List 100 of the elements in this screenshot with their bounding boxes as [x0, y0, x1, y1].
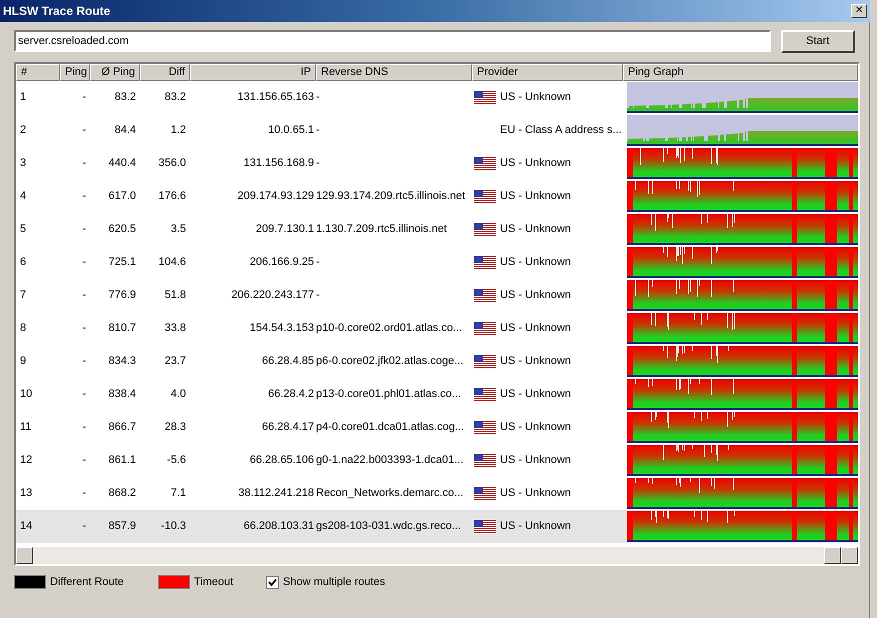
- table-cell: 834.3: [108, 355, 136, 368]
- window-title: HLSW Trace Route: [3, 3, 110, 20]
- table-cell: 725.1: [108, 256, 136, 268]
- table-cell-text: US - Unknown: [500, 519, 571, 534]
- table-cell: -: [82, 421, 86, 434]
- table-cell: 5: [20, 223, 26, 236]
- table-cell: -: [82, 91, 86, 104]
- table-cell: 1: [20, 91, 26, 104]
- table-cell: 12: [20, 454, 32, 466]
- table-cell: -: [82, 487, 86, 500]
- column-header[interactable]: Diff: [140, 64, 190, 81]
- table-cell: -: [316, 91, 320, 104]
- table-cell: 868.2: [108, 487, 136, 500]
- table-cell: 1.2: [170, 124, 186, 136]
- table-cell: -: [82, 388, 86, 400]
- table-cell: 33.8: [164, 322, 186, 334]
- table-cell: -: [82, 157, 86, 170]
- table-cell-text: US - Unknown: [500, 420, 571, 436]
- table-cell: g0-1.na22.b003393-1.dca01...: [316, 454, 464, 466]
- table-cell: 104.6: [158, 256, 186, 268]
- table-cell-text: US - Unknown: [500, 288, 571, 304]
- table-cell: -: [82, 520, 86, 532]
- table-cell: 7.1: [170, 487, 186, 500]
- table-cell: -: [316, 124, 320, 136]
- scroll-thumb[interactable]: [824, 547, 841, 564]
- table-cell: p10-0.core02.ord01.atlas.co...: [316, 322, 462, 334]
- table-cell: p6-0.core02.jfk02.atlas.coge...: [316, 355, 464, 368]
- table-row[interactable]: 14 - 857.9 -10.3 66.208.103.31 gs208-103-031.wdc.gs.reco... US - Unknown: [16, 510, 858, 543]
- scroll-left-button[interactable]: [16, 547, 33, 564]
- table-cell: 3: [20, 157, 26, 170]
- table-cell: -: [316, 289, 320, 302]
- column-header[interactable]: Ø Ping: [90, 64, 140, 81]
- table-cell: 129.93.174.209.rtc5.illinois.net: [316, 190, 466, 202]
- table-cell: -: [82, 355, 86, 368]
- table-cell: 857.9: [108, 520, 136, 532]
- table-cell: 356.0: [158, 157, 186, 170]
- table-cell-text: EU - Class A address s...: [500, 123, 622, 138]
- table-cell: 51.8: [164, 289, 186, 302]
- table-cell: -: [82, 223, 86, 236]
- start-button[interactable]: Start: [780, 30, 855, 52]
- table-cell: 861.1: [108, 454, 136, 466]
- table-cell: 23.7: [164, 355, 186, 368]
- table-cell: 440.4: [108, 157, 136, 170]
- table-cell: 154.54.3.153: [250, 322, 314, 334]
- column-header[interactable]: Ping: [60, 64, 90, 81]
- table-cell: 7: [20, 289, 26, 302]
- table-cell-text: US - Unknown: [500, 90, 571, 106]
- table-cell: -: [82, 190, 86, 202]
- table-cell: 83.2: [164, 91, 186, 104]
- column-header[interactable]: Ping Graph: [623, 64, 858, 81]
- table-cell: 84.4: [114, 124, 136, 136]
- show-multiple-routes-checkbox[interactable]: Show multiple routes: [266, 574, 386, 590]
- table-cell: Recon_Networks.demarc.co...: [316, 487, 464, 500]
- scroll-right-button[interactable]: [841, 547, 858, 564]
- table-cell: 206.166.9.25: [250, 256, 314, 268]
- table-cell: 4.0: [170, 388, 186, 400]
- table-cell: 2: [20, 124, 26, 136]
- table-cell: 866.7: [108, 421, 136, 434]
- table-cell: -10.3: [160, 520, 186, 532]
- table-cell: p13-0.core01.phl01.atlas.co...: [316, 388, 461, 400]
- table-cell: 66.28.4.85: [262, 355, 314, 368]
- table-cell: gs208-103-031.wdc.gs.reco...: [316, 520, 461, 532]
- column-header[interactable]: IP: [190, 64, 316, 81]
- close-button[interactable]: ✕: [851, 4, 867, 18]
- table-cell: p4-0.core01.dca01.atlas.cog...: [316, 421, 464, 434]
- table-cell: 3.5: [170, 223, 186, 236]
- table-cell: -5.6: [167, 454, 186, 466]
- table-cell-text: US - Unknown: [500, 255, 571, 270]
- table-cell: 176.6: [158, 190, 186, 202]
- table-cell: 13: [20, 487, 32, 500]
- horizontal-scrollbar[interactable]: [16, 547, 858, 564]
- table-cell: 209.7.130.1: [256, 223, 314, 236]
- table-cell-text: US - Unknown: [500, 486, 571, 502]
- table-cell: 620.5: [108, 223, 136, 236]
- table-cell: 617.0: [108, 190, 136, 202]
- table-cell: 209.174.93.129: [238, 190, 314, 202]
- table-cell: 838.4: [108, 388, 136, 400]
- table-cell: 131.156.168.9: [244, 157, 314, 170]
- table-cell-text: US - Unknown: [500, 156, 571, 172]
- table-cell: 4: [20, 190, 26, 202]
- table-cell: 10.0.65.1: [268, 124, 314, 136]
- legend-label: Timeout: [194, 574, 234, 590]
- table-cell: -: [82, 322, 86, 334]
- checkbox[interactable]: [266, 576, 279, 588]
- table-cell-text: US - Unknown: [500, 453, 571, 468]
- table-cell-text: US - Unknown: [500, 321, 571, 336]
- table-cell: 810.7: [108, 322, 136, 334]
- host-field[interactable]: server.csreloaded.com: [14, 30, 771, 52]
- column-header[interactable]: #: [16, 64, 60, 81]
- column-header[interactable]: Reverse DNS: [316, 64, 472, 81]
- table-cell: 6: [20, 256, 26, 268]
- table-cell: -: [82, 454, 86, 466]
- column-header[interactable]: Provider: [472, 64, 623, 81]
- table-cell: -: [82, 256, 86, 268]
- table-cell: 11: [20, 421, 32, 434]
- table-cell-text: US - Unknown: [500, 222, 571, 238]
- table-cell: -: [316, 256, 320, 268]
- table-cell: -: [82, 289, 86, 302]
- table-cell: 1.130.7.209.rtc5.illinois.net: [316, 223, 447, 236]
- table-cell: 66.208.103.31: [244, 520, 314, 532]
